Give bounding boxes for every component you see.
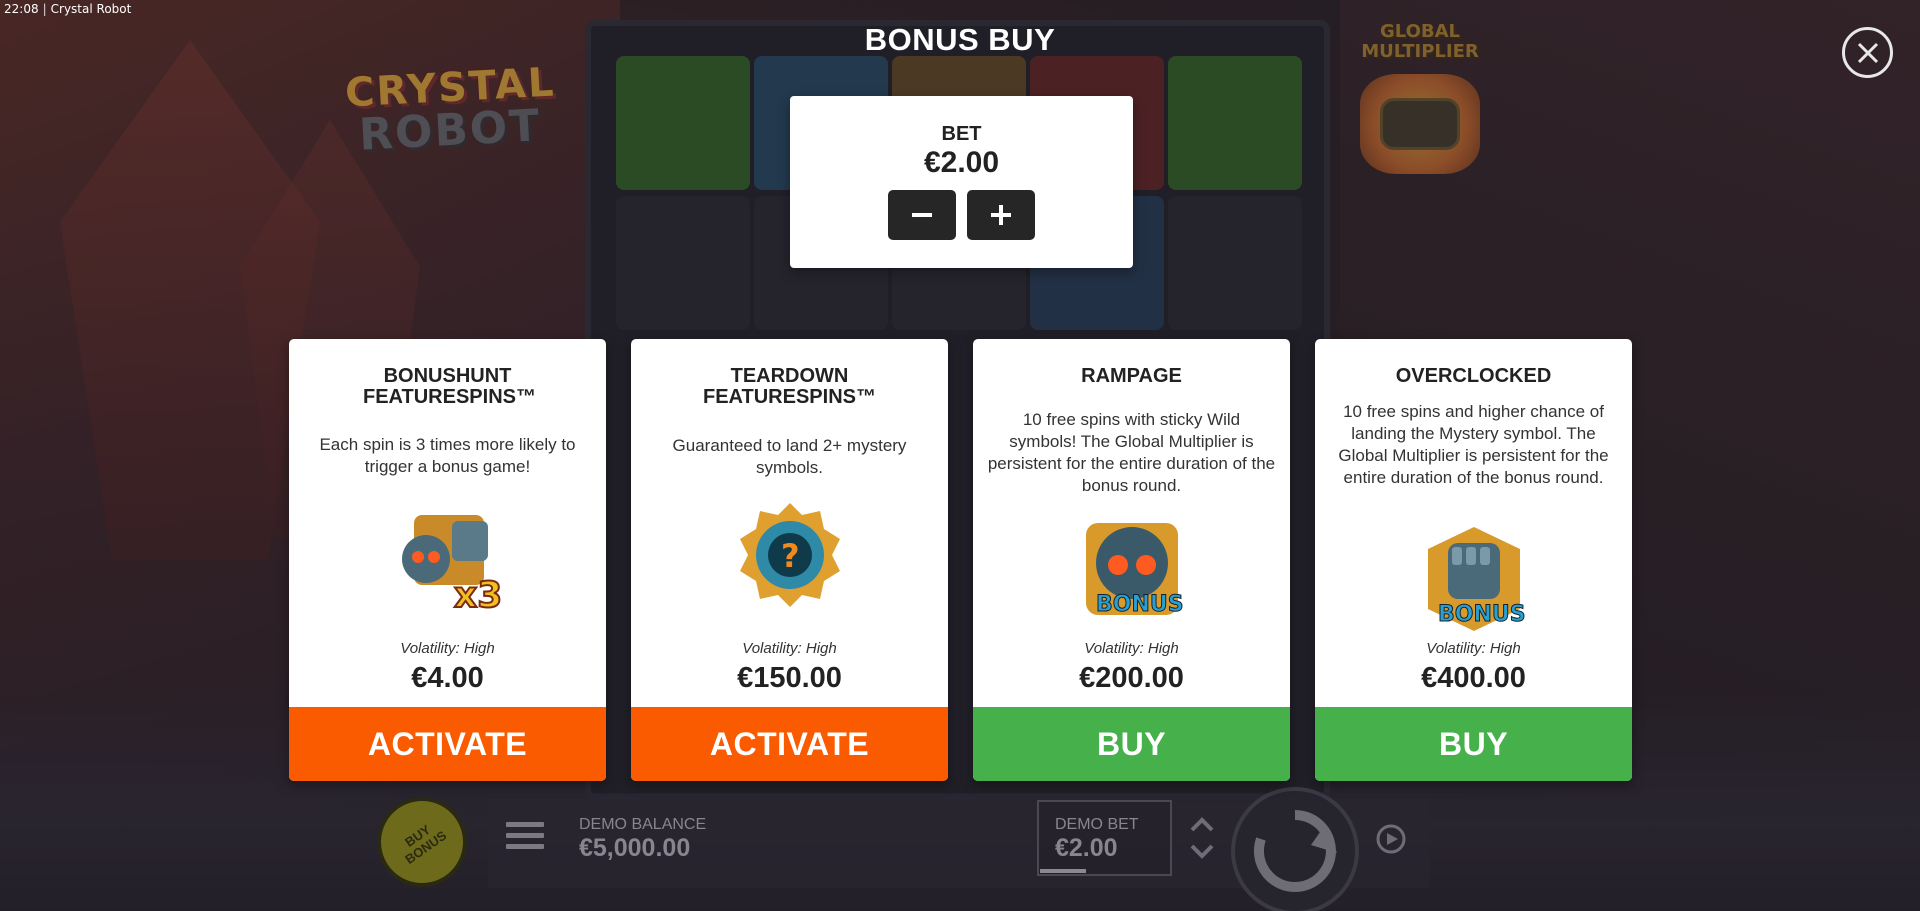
card-volatility: Volatility: High (1426, 640, 1521, 657)
card-volatility: Volatility: High (1084, 640, 1179, 657)
clock: 22:08 (4, 2, 39, 16)
bet-value: €2.00 (923, 146, 1000, 179)
spin-icon (1254, 810, 1337, 892)
card-volatility: Volatility: High (400, 640, 495, 657)
bet-decrease-button[interactable] (888, 190, 956, 240)
close-icon (1857, 42, 1878, 63)
svg-text:BONUS: BONUS (1438, 602, 1526, 627)
minus-icon (912, 213, 932, 217)
demo-balance-value: €5,000.00 (579, 834, 691, 862)
demo-balance-label: DEMO BALANCE (579, 816, 707, 833)
svg-text:x3: x3 (454, 575, 502, 615)
bonus-card-bonushunt: BONUSHUNT FEATURESPINS™ Each spin is 3 t… (289, 339, 606, 781)
card-title: OVERCLOCKED (1395, 365, 1552, 387)
robot-head-bonus-icon: BONUS (1085, 523, 1184, 618)
activate-button[interactable]: ACTIVATE (289, 707, 606, 781)
menu-icon[interactable] (506, 822, 544, 854)
plus-icon (991, 205, 1011, 225)
status-bar: 22:08 | Crystal Robot (4, 2, 131, 16)
card-price: €200.00 (1079, 662, 1184, 694)
demo-balance: DEMO BALANCE €5,000.00 (579, 816, 706, 863)
card-price: €400.00 (1421, 662, 1526, 694)
card-title: BONUSHUNT FEATURESPINS™ (363, 365, 536, 408)
bet-level-indicator (1040, 869, 1086, 873)
card-price: €150.00 (737, 662, 842, 694)
card-price: €4.00 (411, 662, 484, 694)
bonushunt-x3-icon: x3 (401, 515, 502, 615)
card-description: Guaranteed to land 2+ mystery symbols. (672, 436, 907, 477)
app-title: Crystal Robot (50, 2, 132, 16)
demo-bet-label: DEMO BET (1055, 816, 1139, 833)
card-description: Each spin is 3 times more likely to trig… (319, 435, 576, 476)
bonus-card-overclocked: OVERCLOCKED 10 free spins and higher cha… (1315, 339, 1632, 781)
card-description: 10 free spins and higher chance of landi… (1338, 402, 1609, 487)
bet-up-down-icon[interactable] (1186, 808, 1218, 868)
status-separator: | (42, 2, 47, 16)
close-button[interactable] (1842, 27, 1893, 78)
card-title: RAMPAGE (1081, 365, 1182, 387)
card-description: 10 free spins with sticky Wild symbols! … (987, 410, 1276, 495)
autoplay-icon[interactable] (1373, 821, 1409, 857)
robot-fist-bonus-icon: BONUS (1427, 527, 1526, 631)
demo-bet: DEMO BET €2.00 (1055, 816, 1139, 863)
svg-text:?: ? (781, 537, 800, 575)
bet-label: BET (941, 123, 982, 145)
card-title: TEARDOWN FEATURESPINS™ (703, 365, 876, 408)
bonus-card-teardown: TEARDOWN FEATURESPINS™ Guaranteed to lan… (631, 339, 948, 781)
buy-button[interactable]: BUY (973, 707, 1290, 781)
mystery-gear-icon: ? (739, 503, 840, 607)
card-volatility: Volatility: High (742, 640, 837, 657)
demo-bet-value: €2.00 (1055, 834, 1118, 862)
game-logo: CRYSTAL ROBOT (335, 55, 565, 165)
multiplier-badge (1360, 74, 1480, 174)
bonus-card-rampage: RAMPAGE 10 free spins with sticky Wild s… (973, 339, 1290, 781)
svg-text:BONUS: BONUS (1096, 592, 1184, 617)
activate-button[interactable]: ACTIVATE (631, 707, 948, 781)
dialog-title: BONUS BUY (864, 22, 1056, 57)
bet-panel: BET €2.00 (790, 96, 1133, 268)
spin-button[interactable] (1231, 787, 1359, 911)
bonus-cards: BONUSHUNT FEATURESPINS™ Each spin is 3 t… (289, 339, 1633, 781)
logo-line-2: ROBOT (357, 99, 543, 161)
buy-button[interactable]: BUY (1315, 707, 1632, 781)
bet-increase-button[interactable] (967, 190, 1035, 240)
